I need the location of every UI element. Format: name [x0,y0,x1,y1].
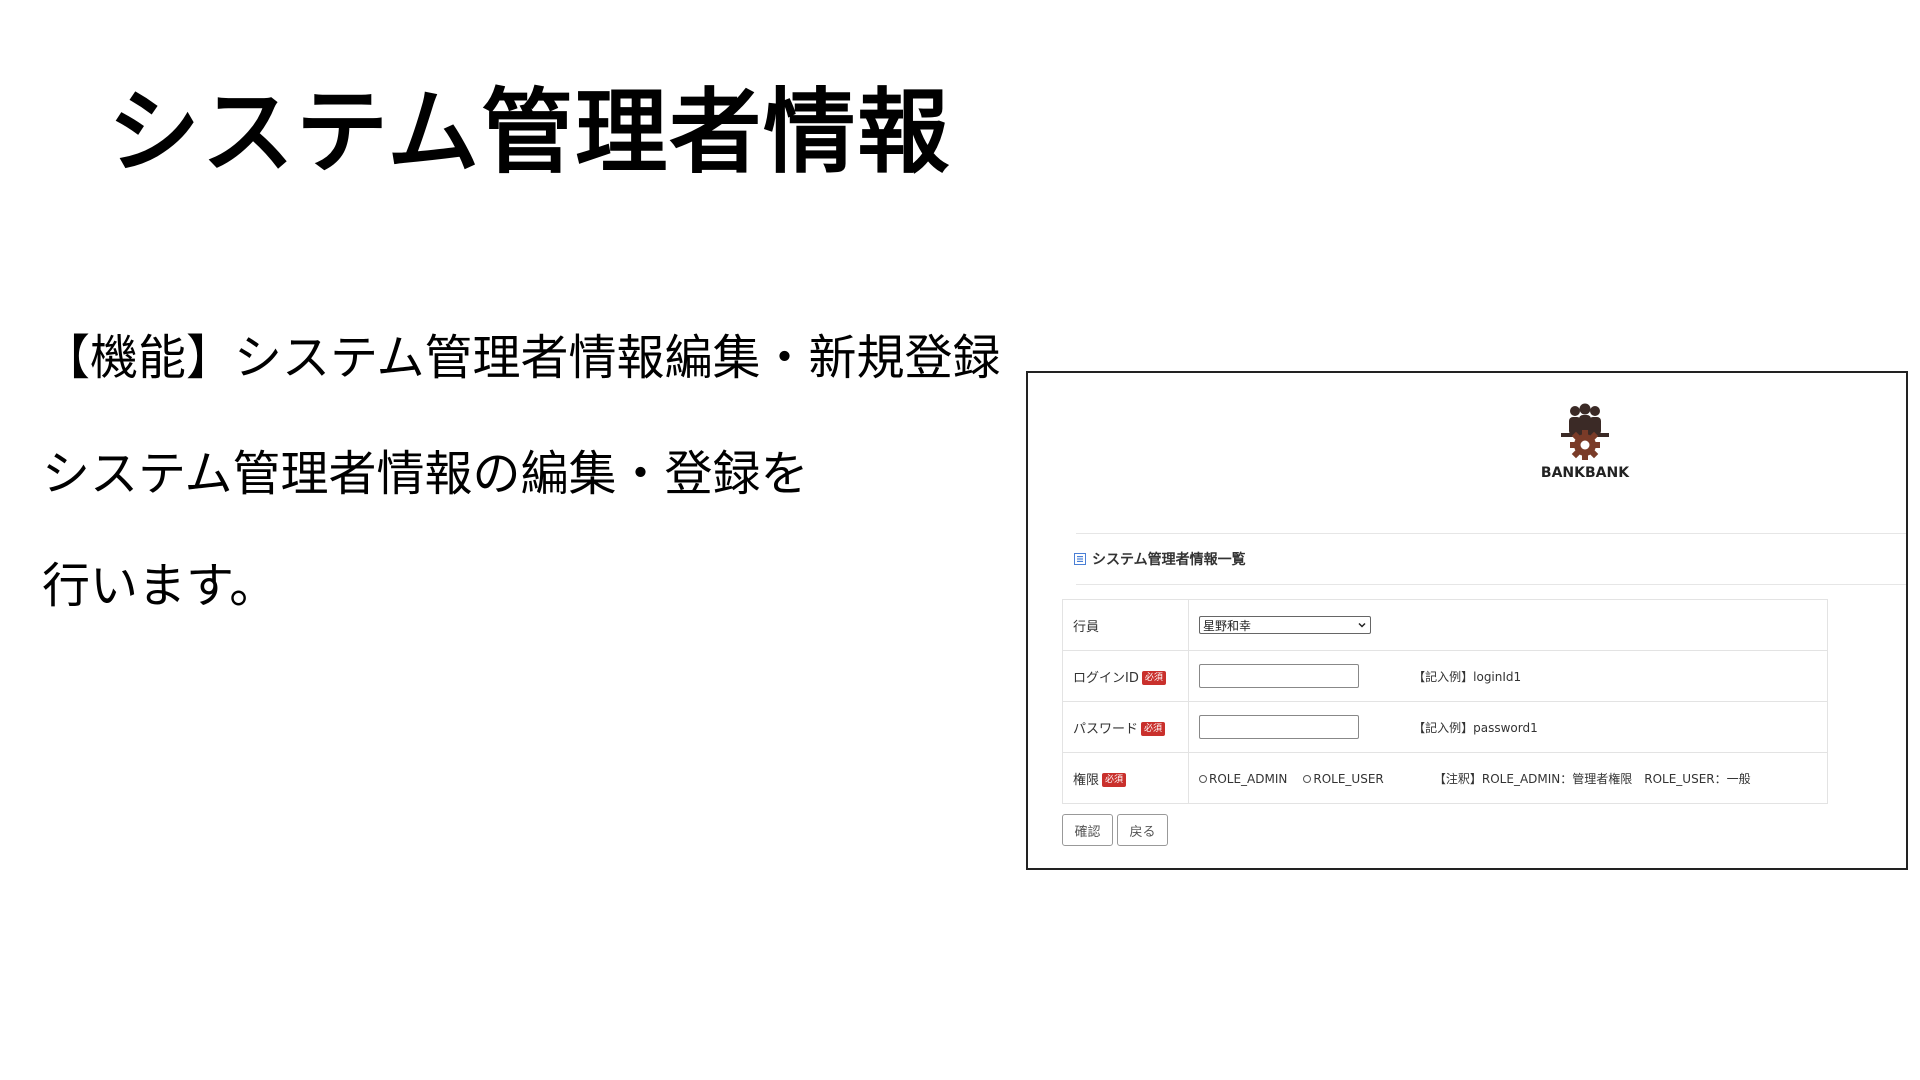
employee-label: 行員 [1062,599,1189,651]
employee-select[interactable]: 星野和幸 [1199,616,1371,634]
login-id-label: ログインID [1073,670,1139,686]
confirm-button[interactable]: 確認 [1062,814,1113,846]
divider [1076,533,1906,534]
chevron-down-icon [1358,622,1366,628]
back-button[interactable]: 戻る [1117,814,1168,846]
password-cell: 【記入例】password1 [1188,701,1828,753]
password-label: パスワード [1073,721,1139,737]
role-admin-radio[interactable]: ROLE_ADMIN [1199,772,1287,786]
login-id-label-cell: ログインID 必須 [1062,650,1189,702]
section-title: システム管理者情報一覧 [1074,549,1246,569]
employee-select-value: 星野和幸 [1203,618,1252,633]
password-label-cell: パスワード 必須 [1062,701,1189,753]
radio-circle-icon [1199,774,1207,783]
form-row-password: パスワード 必須 【記入例】password1 [1062,701,1828,753]
list-icon [1074,553,1086,565]
description-line-2: システム管理者情報の編集・登録を [42,446,809,502]
password-example: 【記入例】password1 [1413,720,1538,735]
slide: システム管理者情報 【機能】システム管理者情報編集・新規登録 システム管理者情報… [0,0,1920,1080]
login-id-example: 【記入例】loginId1 [1413,669,1522,684]
people-gear-logo-icon [1561,403,1609,460]
form-row-login-id: ログインID 必須 【記入例】loginId1 [1062,650,1828,702]
description-line-3: 行います。 [42,558,278,614]
role-label-cell: 権限 必須 [1062,752,1189,804]
divider [1076,584,1906,585]
section-title-text: システム管理者情報一覧 [1092,552,1246,568]
form-row-role: 権限 必須 ROLE_ADMIN ROLE_USER 【注釈】ROLE_ADMIN [1062,752,1828,804]
role-user-label: ROLE_USER [1313,771,1384,786]
admin-form: 行員 星野和幸 ログインID 必須 【記入例】loginId1 パスワード 必須… [1062,599,1828,804]
role-cell: ROLE_ADMIN ROLE_USER 【注釈】ROLE_ADMIN：管理者権… [1188,752,1828,804]
app-screenshot: BANKBANK システム管理者情報一覧 行員 星野和幸 ログインID 必須 【… [1026,371,1908,870]
login-id-cell: 【記入例】loginId1 [1188,650,1828,702]
password-input[interactable] [1199,715,1359,739]
role-radio-group: ROLE_ADMIN ROLE_USER [1199,772,1384,786]
form-row-employee: 行員 星野和幸 [1062,599,1828,651]
radio-circle-icon [1303,774,1312,783]
logo-text: BANKBANK [1540,465,1630,481]
required-badge: 必須 [1141,671,1166,685]
logo: BANKBANK [1530,403,1640,481]
employee-cell: 星野和幸 [1188,599,1828,651]
login-id-input[interactable] [1199,664,1359,688]
slide-title: システム管理者情報 [108,79,952,186]
role-label: 権限 [1073,772,1100,788]
role-note: 【注釈】ROLE_ADMIN：管理者権限 ROLE_USER：一般 [1433,771,1751,786]
required-badge: 必須 [1102,773,1127,787]
role-user-radio[interactable]: ROLE_USER [1303,771,1384,786]
role-admin-label: ROLE_ADMIN [1209,771,1288,786]
required-badge: 必須 [1141,722,1166,736]
description-line-1: 【機能】システム管理者情報編集・新規登録 [42,330,1001,386]
